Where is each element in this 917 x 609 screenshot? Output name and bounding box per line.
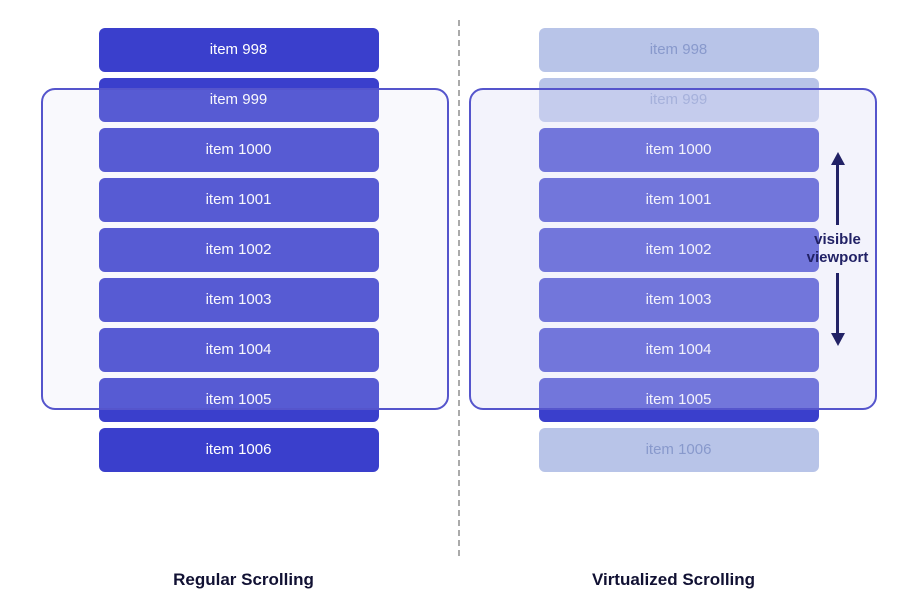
list-item: item 1006	[539, 428, 819, 472]
column-divider	[458, 20, 460, 556]
arrow-up-line	[831, 152, 845, 225]
list-item: item 998	[99, 28, 379, 72]
left-column-label: Regular Scrolling	[29, 570, 459, 590]
list-item: item 1002	[539, 228, 819, 272]
list-item: item 1006	[99, 428, 379, 472]
diagram-container: item 998 item 999 item 1000 item 1001 item 1…	[29, 20, 889, 590]
list-item: item 1003	[539, 278, 819, 322]
labels-row: Regular Scrolling Virtualized Scrolling	[29, 570, 889, 590]
list-item: item 999	[99, 78, 379, 122]
list-item: item 1002	[99, 228, 379, 272]
list-item: item 999	[539, 78, 819, 122]
list-item: item 1005	[539, 378, 819, 422]
list-item: item 1004	[539, 328, 819, 372]
columns-area: item 998 item 999 item 1000 item 1001 item 1…	[29, 20, 889, 556]
left-column: item 998 item 999 item 1000 item 1001 item 1…	[29, 20, 459, 556]
arrow-up-icon	[831, 152, 845, 165]
list-item: item 1005	[99, 378, 379, 422]
arrow-down-icon	[831, 333, 845, 346]
right-column-label: Virtualized Scrolling	[459, 570, 889, 590]
list-item: item 1004	[99, 328, 379, 372]
list-item: item 1000	[539, 128, 819, 172]
viewport-label-area: visibleviewport	[803, 88, 873, 410]
list-item: item 1001	[99, 178, 379, 222]
list-item: item 1000	[99, 128, 379, 172]
arrow-shaft-bottom	[836, 273, 839, 333]
arrow-down-line	[831, 273, 845, 346]
arrow-shaft-top	[836, 165, 839, 225]
list-item: item 998	[539, 28, 819, 72]
viewport-label: visibleviewport	[807, 231, 869, 267]
list-item: item 1001	[539, 178, 819, 222]
list-item: item 1003	[99, 278, 379, 322]
